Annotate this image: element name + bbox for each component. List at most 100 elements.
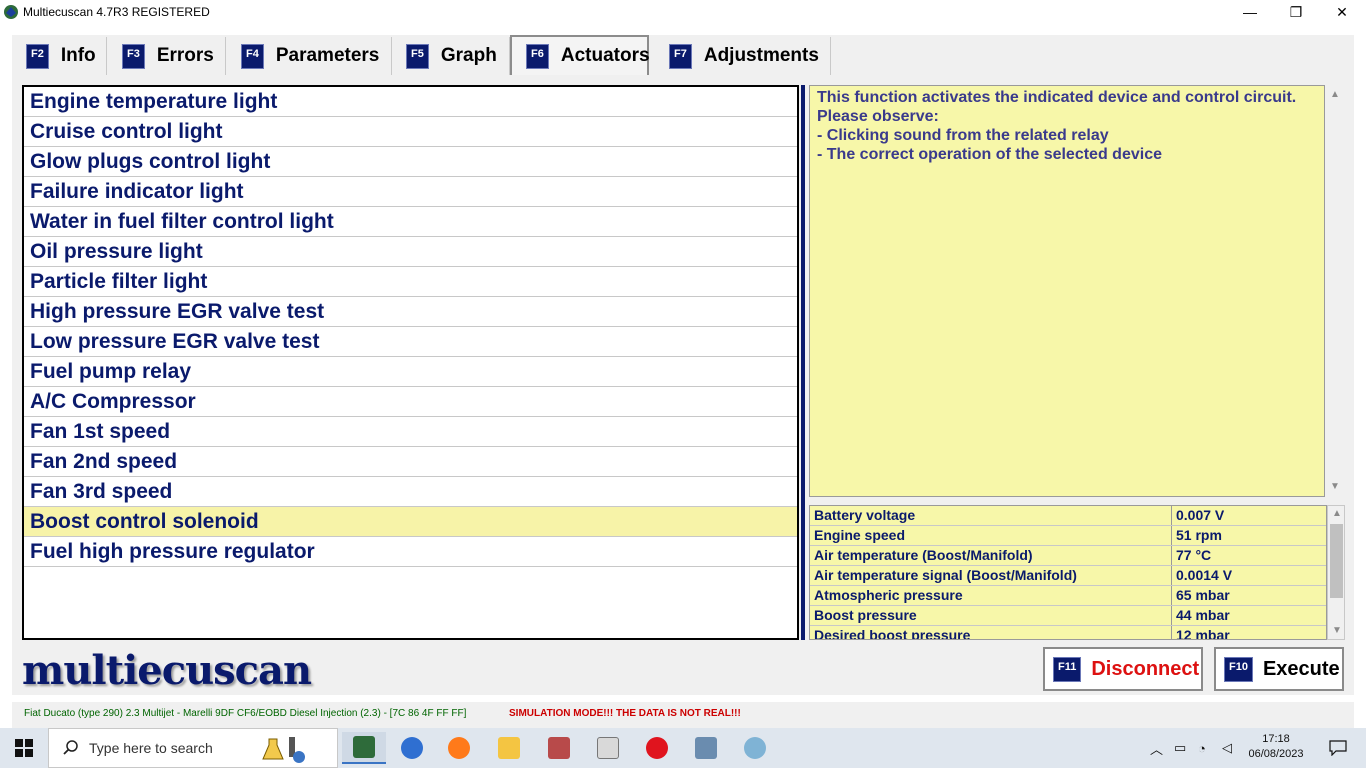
panel-splitter[interactable] (801, 85, 805, 640)
tab-parameters[interactable]: F4 Parameters (227, 37, 392, 75)
parameter-value: 51 rpm (1176, 527, 1222, 543)
taskbar-opera[interactable] (635, 732, 679, 764)
description-line: This function activates the indicated de… (817, 89, 1297, 106)
description-scrollbar[interactable]: ▲ ▼ (1326, 85, 1344, 497)
folder-icon (498, 737, 520, 759)
table-row[interactable]: Boost pressure 44 mbar (810, 606, 1326, 626)
windows-logo-icon (15, 739, 33, 757)
status-bar: Fiat Ducato (type 290) 2.3 Multijet - Ma… (12, 702, 1354, 728)
tab-label: Info (60, 45, 96, 66)
tab-label: Actuators (560, 45, 650, 66)
parameter-name: Air temperature signal (Boost/Manifold) (810, 566, 1172, 585)
actuator-item[interactable]: A/C Compressor (24, 387, 797, 417)
parameter-name: Battery voltage (810, 506, 1172, 525)
table-row[interactable]: Battery voltage 0.007 V (810, 506, 1326, 526)
actuator-item[interactable]: Fan 1st speed (24, 417, 797, 447)
taskbar-notepad[interactable] (586, 732, 630, 764)
execute-label: Execute (1262, 657, 1340, 680)
close-button[interactable]: ✕ (1319, 0, 1365, 24)
execute-button[interactable]: F10 Execute (1214, 647, 1344, 691)
volume-icon[interactable]: ◁ (1222, 728, 1232, 768)
parameters-scrollbar[interactable]: ▲ ▼ (1327, 505, 1345, 640)
scroll-up-icon[interactable]: ▲ (1326, 87, 1344, 103)
notification-icon[interactable] (1318, 728, 1358, 768)
parameter-value: 65 mbar (1176, 587, 1230, 603)
battery-icon[interactable]: ▭ (1174, 728, 1186, 768)
tab-label: Graph (440, 45, 497, 66)
actuator-item[interactable]: Low pressure EGR valve test (24, 327, 797, 357)
parameter-value: 12 mbar (1176, 627, 1230, 640)
windows-taskbar: Type here to search ︿ ▭ ◔ ◁ 17:18 06/08/… (0, 728, 1366, 768)
scroll-down-icon[interactable]: ▼ (1328, 623, 1346, 639)
actuator-item[interactable]: Cruise control light (24, 117, 797, 147)
actuator-item-selected[interactable]: Boost control solenoid (24, 507, 797, 537)
vehicle-info: Fiat Ducato (type 290) 2.3 Multijet - Ma… (24, 708, 467, 719)
firefox-icon (448, 737, 470, 759)
tab-adjustments[interactable]: F7 Adjustments (655, 37, 831, 75)
scroll-up-icon[interactable]: ▲ (1328, 506, 1346, 522)
actuator-item[interactable]: Water in fuel filter control light (24, 207, 797, 237)
taskbar-multiecuscan[interactable] (342, 732, 386, 764)
scroll-down-icon[interactable]: ▼ (1326, 479, 1344, 495)
actuator-item[interactable]: Engine temperature light (24, 87, 797, 117)
fkey-badge: F5 (406, 43, 429, 69)
taskbar-paint[interactable] (733, 732, 777, 764)
tray-chevron-up-icon[interactable]: ︿ (1150, 728, 1163, 768)
actuator-item[interactable]: Particle filter light (24, 267, 797, 297)
tab-actuators[interactable]: F6 Actuators (510, 35, 650, 75)
multiecuscan-taskbar-icon (353, 736, 375, 758)
fkey-badge: F3 (122, 43, 145, 69)
tab-label: Parameters (275, 45, 380, 66)
tab-errors[interactable]: F3 Errors (108, 37, 226, 75)
simulation-warning: SIMULATION MODE!!! THE DATA IS NOT REAL!… (509, 708, 741, 719)
fkey-badge: F2 (26, 43, 49, 69)
title-bar: Multiecuscan 4.7R3 REGISTERED — ❐ ✕ (0, 0, 1366, 24)
opera-icon (646, 737, 668, 759)
table-row[interactable]: Engine speed 51 rpm (810, 526, 1326, 546)
scroll-thumb[interactable] (1330, 524, 1343, 598)
minimize-button[interactable]: — (1227, 0, 1273, 24)
taskbar-search-box[interactable]: Type here to search (48, 728, 338, 768)
taskbar-network-tool[interactable] (684, 732, 728, 764)
actuator-item[interactable]: Fuel high pressure regulator (24, 537, 797, 567)
actuator-item[interactable]: Fan 2nd speed (24, 447, 797, 477)
speech-bubble-icon (1329, 740, 1347, 756)
actuator-item[interactable]: Glow plugs control light (24, 147, 797, 177)
app-grid-icon (548, 737, 570, 759)
parameter-value: 0.0014 V (1176, 567, 1233, 583)
paint-icon (744, 737, 766, 759)
clock-time: 17:18 (1262, 733, 1290, 745)
actuator-item[interactable]: Failure indicator light (24, 177, 797, 207)
table-row[interactable]: Desired boost pressure 12 mbar (810, 626, 1326, 640)
disconnect-button[interactable]: F11 Disconnect (1043, 647, 1203, 691)
fkey-badge: F11 (1053, 656, 1082, 682)
actuator-item[interactable]: Oil pressure light (24, 237, 797, 267)
tab-bar: F2 Info F3 Errors F4 Parameters F5 Graph… (12, 35, 1354, 77)
taskbar-app-blue[interactable] (390, 732, 434, 764)
taskbar-firefox[interactable] (437, 732, 481, 764)
actuator-item[interactable]: Fuel pump relay (24, 357, 797, 387)
tab-info[interactable]: F2 Info (12, 37, 107, 75)
table-row[interactable]: Air temperature signal (Boost/Manifold) … (810, 566, 1326, 586)
tab-graph[interactable]: F5 Graph (392, 37, 510, 75)
actuator-item[interactable]: High pressure EGR valve test (24, 297, 797, 327)
search-placeholder: Type here to search (89, 740, 213, 756)
taskbar-file-explorer[interactable] (487, 732, 531, 764)
maximize-button[interactable]: ❐ (1273, 0, 1319, 24)
fkey-badge: F10 (1224, 656, 1253, 682)
parameter-value: 44 mbar (1176, 607, 1230, 623)
tab-label: Adjustments (703, 45, 819, 66)
actuator-list: Engine temperature light Cruise control … (22, 85, 799, 640)
wifi-icon[interactable]: ◔ (1198, 728, 1206, 768)
table-row[interactable]: Atmospheric pressure 65 mbar (810, 586, 1326, 606)
clock-date: 06/08/2023 (1248, 748, 1304, 760)
app-blue-icon (401, 737, 423, 759)
fkey-badge: F6 (526, 43, 549, 69)
actuator-description: This function activates the indicated de… (809, 85, 1325, 497)
table-row[interactable]: Air temperature (Boost/Manifold) 77 °C (810, 546, 1326, 566)
taskbar-clock[interactable]: 17:18 06/08/2023 (1240, 732, 1312, 762)
taskbar-app-grid[interactable] (537, 732, 581, 764)
start-button[interactable] (0, 728, 48, 768)
actuator-item[interactable]: Fan 3rd speed (24, 477, 797, 507)
tab-label: Errors (156, 45, 214, 66)
